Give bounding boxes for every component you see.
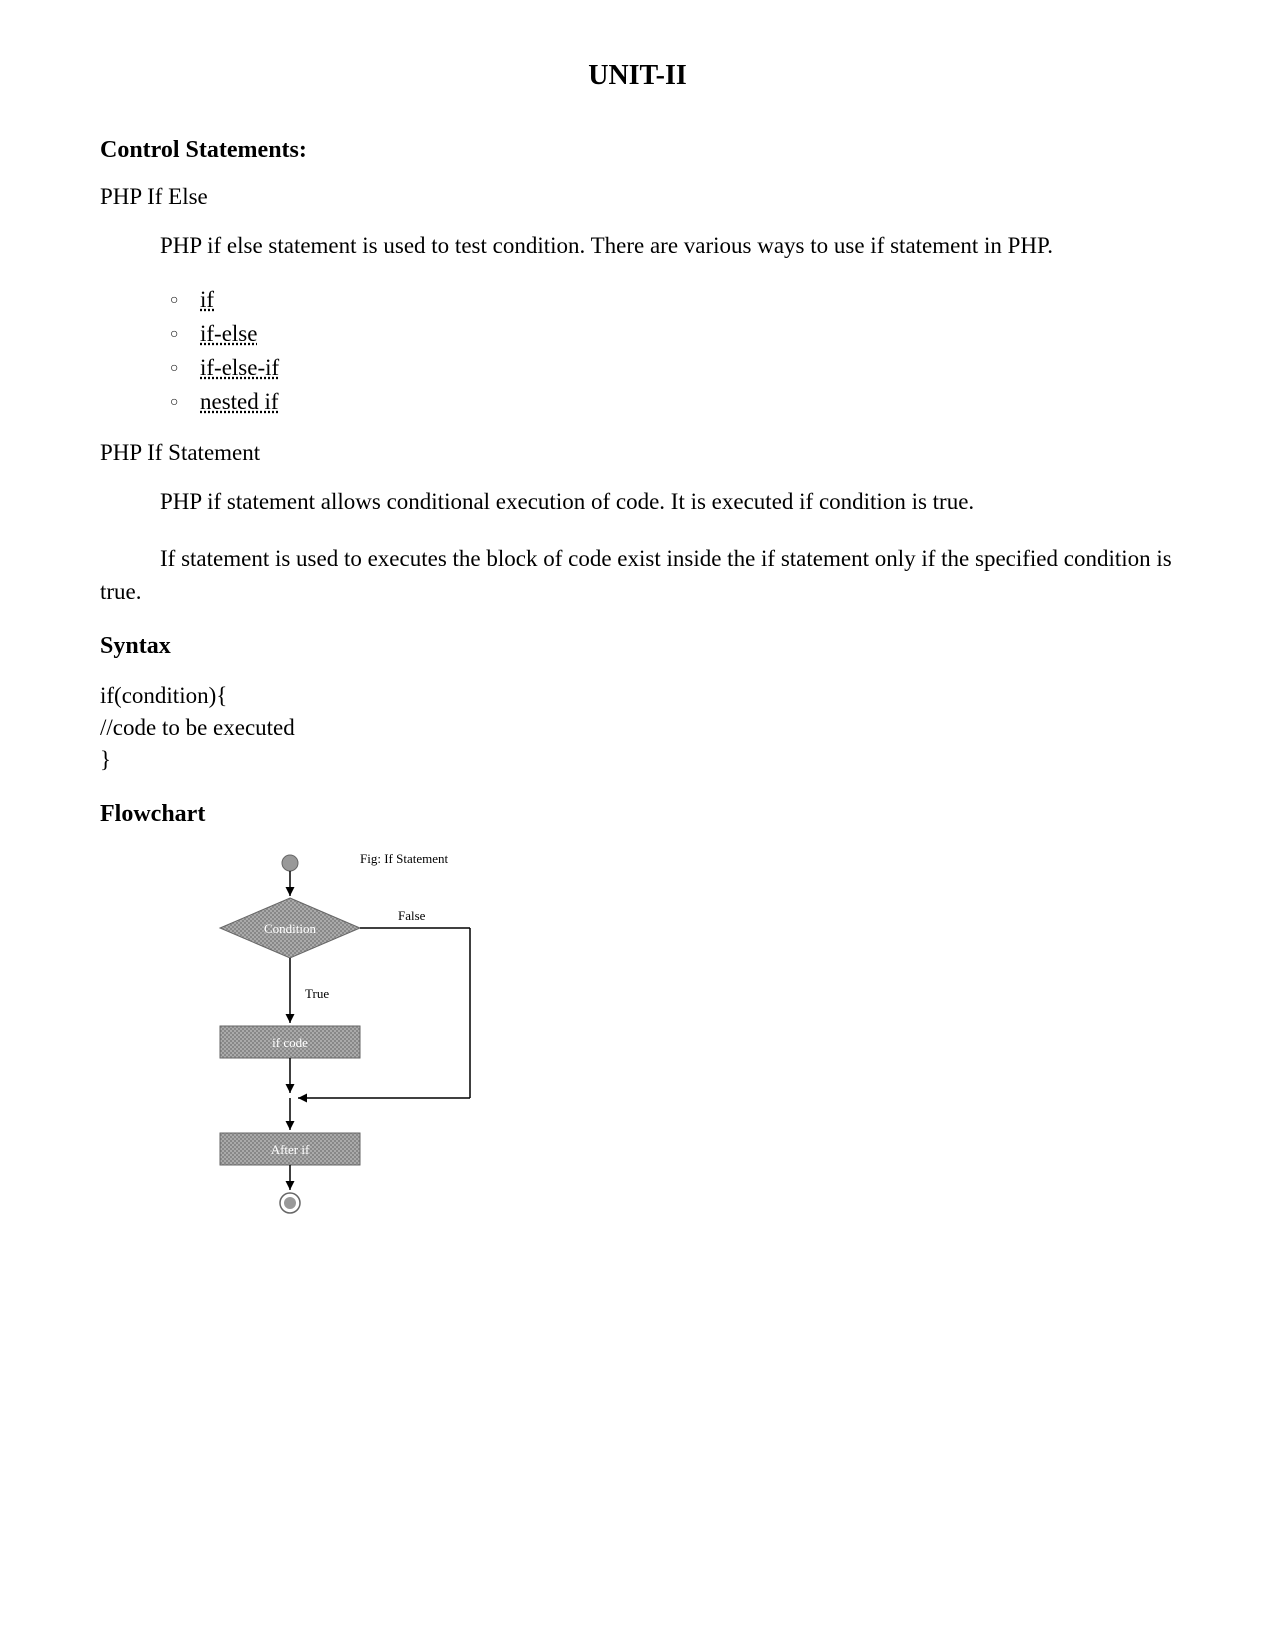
start-node (282, 855, 298, 871)
list-item-text: if (200, 287, 214, 312)
control-statements-heading: Control Statements: (100, 137, 1175, 164)
list-item-text: if-else (200, 321, 257, 346)
code-line: if(condition){ (100, 680, 1175, 712)
svg-text:if code: if code (272, 1035, 308, 1050)
php-if-statement-subheading: PHP If Statement (100, 440, 1175, 466)
list-item-text: if-else-if (200, 355, 279, 380)
flowchart-heading: Flowchart (100, 801, 1175, 828)
svg-text:After if: After if (271, 1142, 310, 1157)
page-title: UNIT-II (100, 60, 1175, 92)
list-item: if-else-if (170, 355, 1175, 381)
list-item: if (170, 287, 1175, 313)
if-statement-paragraph-2: If statement is used to executes the blo… (100, 543, 1175, 607)
true-label: True (305, 986, 329, 1001)
list-item: if-else (170, 321, 1175, 347)
syntax-heading: Syntax (100, 633, 1175, 660)
if-types-list: if if-else if-else-if nested if (170, 287, 1175, 415)
fig-title: Fig: If Statement (360, 851, 448, 866)
flowchart-diagram: Fig: If Statement Condition False True i… (160, 848, 520, 1228)
php-if-else-subheading: PHP If Else (100, 184, 1175, 210)
code-line: //code to be executed (100, 712, 1175, 744)
if-code-node: if code (220, 1026, 360, 1058)
intro-paragraph: PHP if else statement is used to test co… (100, 230, 1175, 262)
svg-text:Condition: Condition (264, 921, 317, 936)
syntax-code: if(condition){ //code to be executed } (100, 680, 1175, 777)
code-line: } (100, 744, 1175, 776)
false-label: False (398, 908, 426, 923)
after-if-node: After if (220, 1133, 360, 1165)
if-statement-paragraph-1: PHP if statement allows conditional exec… (100, 486, 1175, 518)
list-item: nested if (170, 389, 1175, 415)
list-item-text: nested if (200, 389, 279, 414)
condition-node: Condition (220, 898, 360, 958)
end-node (280, 1193, 300, 1213)
